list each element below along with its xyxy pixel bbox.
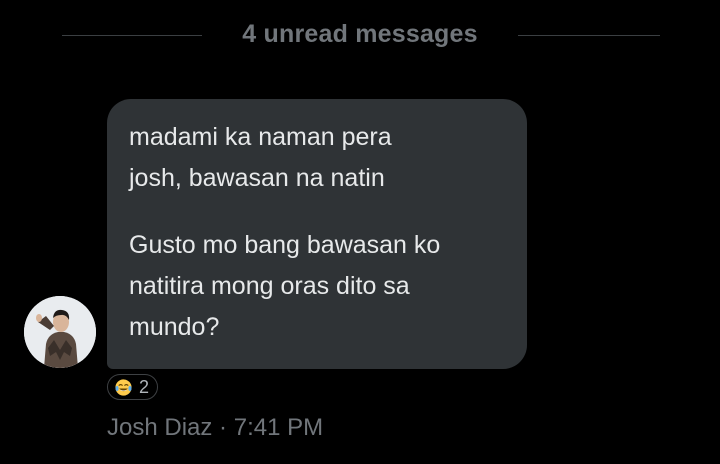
tears-of-joy-emoji-icon	[115, 378, 132, 396]
message-bubble[interactable]: madami ka naman pera josh, bawasan na na…	[107, 99, 527, 369]
reaction-pill[interactable]: 2	[107, 374, 159, 400]
message-paragraph-2: Gusto mo bang bawasan ko natitira mong o…	[129, 231, 441, 341]
meta-separator: ·	[219, 414, 228, 441]
unread-divider: 4 unread messages	[0, 14, 720, 58]
avatar-photo	[24, 296, 96, 368]
sender-name[interactable]: Josh Diaz	[107, 414, 212, 441]
message-time: 7:41 PM	[233, 414, 324, 441]
sender-avatar[interactable]	[24, 296, 96, 368]
divider-line-right	[518, 35, 660, 36]
message-meta: Josh Diaz · 7:41 PM	[107, 414, 323, 442]
reaction-count: 2	[139, 377, 150, 397]
message-paragraph-1: madami ka naman pera josh, bawasan na na…	[129, 123, 392, 192]
